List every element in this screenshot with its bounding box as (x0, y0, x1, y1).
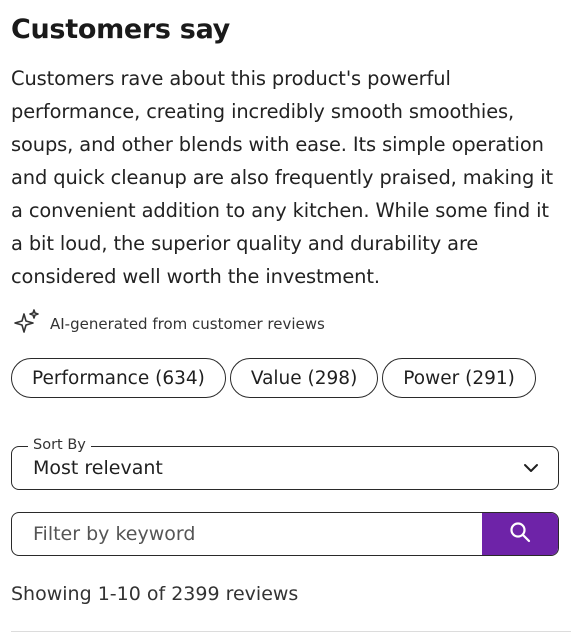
filter-by-keyword (11, 512, 559, 556)
sparkle-icon (13, 308, 41, 340)
sort-by-value: Most relevant (33, 457, 163, 479)
sort-by-label: Sort By (28, 437, 91, 453)
review-topic-chips: Performance (634) Value (298) Power (291… (11, 358, 536, 398)
search-button[interactable] (482, 513, 558, 555)
divider (11, 631, 571, 632)
results-count: Showing 1-10 of 2399 reviews (11, 583, 299, 605)
chevron-down-icon (522, 459, 540, 477)
search-icon (509, 521, 531, 547)
ai-generated-note: AI-generated from customer reviews (13, 308, 325, 340)
section-title: Customers say (11, 14, 230, 45)
chip-value[interactable]: Value (298) (229, 358, 379, 398)
keyword-filter-input[interactable] (12, 513, 482, 555)
chip-power[interactable]: Power (291) (382, 358, 536, 398)
review-summary: Customers rave about this product's powe… (11, 67, 554, 288)
sort-by-select[interactable]: Sort By Most relevant (11, 437, 559, 490)
ai-note-text: AI-generated from customer reviews (50, 315, 325, 333)
chip-performance[interactable]: Performance (634) (11, 358, 226, 398)
